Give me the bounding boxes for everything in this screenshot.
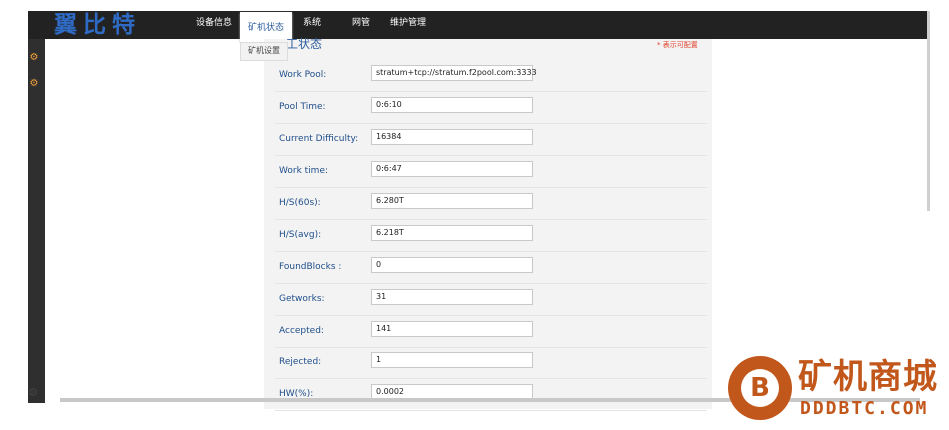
top-navigation-bar xyxy=(28,11,927,39)
status-row: Pool Time: 0:6:10 xyxy=(275,92,707,124)
row-value-field[interactable]: stratum+tcp://stratum.f2pool.com:3333 xyxy=(371,65,537,81)
gear-icon[interactable]: ⚙ xyxy=(28,78,40,90)
row-value-field[interactable]: 0:6:10 xyxy=(371,97,533,113)
status-row: Getworks: 31 xyxy=(275,284,707,316)
row-value-field[interactable]: 6.218T xyxy=(371,225,533,241)
nav-maintenance[interactable]: 维护管理 xyxy=(390,11,426,39)
row-label: Work Pool: xyxy=(279,70,327,80)
bitcoin-icon: B xyxy=(741,369,779,407)
configurable-hint: * 表示可配置 xyxy=(657,41,698,49)
row-value-field[interactable]: 1 xyxy=(371,352,533,368)
row-label: Work time: xyxy=(279,166,329,176)
row-value-field[interactable]: 6.280T xyxy=(371,193,533,209)
nav-miner-status[interactable]: 矿机状态 xyxy=(240,12,293,42)
vertical-scrollbar[interactable] xyxy=(927,11,930,211)
row-label: Getworks: xyxy=(279,294,325,304)
row-value-field[interactable]: 0 xyxy=(371,257,533,273)
submenu-miner-settings[interactable]: 矿机设置 xyxy=(240,42,288,61)
watermark-subtitle: DDDBTC.COM xyxy=(800,398,929,419)
row-label: H/S(60s): xyxy=(279,198,321,208)
brand-logo: 翼比特 xyxy=(54,11,141,38)
status-row: FoundBlocks : 0 xyxy=(275,252,707,284)
status-row: H/S(60s): 6.280T xyxy=(275,188,707,220)
row-label: Pool Time: xyxy=(279,102,326,112)
row-label: Accepted: xyxy=(279,326,324,336)
watermark-title: 矿机商城 xyxy=(798,357,938,397)
row-value-field[interactable]: 31 xyxy=(371,289,533,305)
row-label: Current Difficulty: xyxy=(279,134,359,144)
status-row: HW(%): 0.0002 xyxy=(275,379,707,411)
status-row: Work Pool: stratum+tcp://stratum.f2pool.… xyxy=(275,60,707,92)
settings-icon[interactable]: ⚙ xyxy=(28,52,40,64)
nav-device-info[interactable]: 设备信息 xyxy=(196,11,232,39)
status-row: Current Difficulty: 16384 xyxy=(275,124,707,156)
status-row: H/S(avg): 6.218T xyxy=(275,220,707,252)
status-row: Accepted: 141 xyxy=(275,316,707,348)
row-label: Rejected: xyxy=(279,357,322,367)
nav-network[interactable]: 网管 xyxy=(352,11,370,39)
row-value-field[interactable]: 16384 xyxy=(371,129,533,145)
panel-title: 工状态 xyxy=(286,37,323,51)
cog-icon[interactable]: ⚙ xyxy=(28,386,38,399)
row-value-field[interactable]: 0:6:47 xyxy=(371,161,533,177)
row-label: H/S(avg): xyxy=(279,230,322,240)
horizontal-scrollbar[interactable] xyxy=(60,398,920,402)
status-row: Work time: 0:6:47 xyxy=(275,156,707,188)
left-sidebar xyxy=(28,11,45,403)
row-value-field[interactable]: 141 xyxy=(371,321,533,337)
row-label: FoundBlocks : xyxy=(279,262,342,272)
status-row: Rejected: 1 xyxy=(275,347,707,379)
